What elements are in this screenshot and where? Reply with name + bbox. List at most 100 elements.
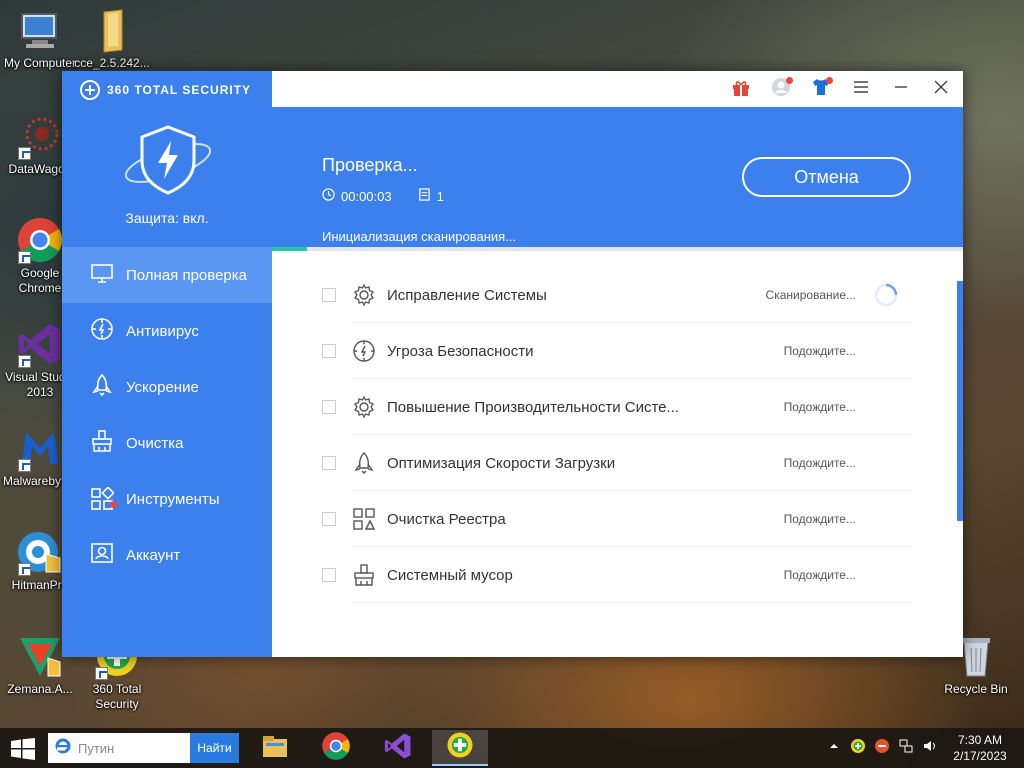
search-button[interactable]: Найти — [190, 733, 239, 763]
rocket-icon — [352, 451, 376, 475]
datawagon-icon — [16, 112, 64, 160]
desktop-icon-my-computer[interactable]: My Computer — [0, 6, 80, 71]
taskbar-app-chrome[interactable] — [312, 730, 360, 766]
chrome-icon — [321, 731, 351, 766]
folder-icon — [88, 6, 136, 54]
rocket-icon — [90, 373, 114, 401]
desktop-icon-label: My Computer — [3, 56, 77, 70]
sidebar-item-label: Антивирус — [126, 322, 199, 340]
taskbar-app-visual-studio[interactable] — [374, 730, 422, 766]
desktop-icon-folder[interactable]: cce_2.5.242... — [72, 6, 152, 71]
cancel-button[interactable]: Отмена — [742, 157, 911, 197]
zemana-icon — [16, 632, 64, 680]
clock-icon — [322, 188, 335, 204]
scan-check-list: Исправление Системы Сканирование... Угро… — [272, 251, 963, 657]
check-status: Подождите... — [783, 512, 856, 526]
app-window-360-total-security: 360 TOTAL SECURITY Защита: вкл. Полная п… — [62, 71, 963, 657]
sidebar-item-label: Полная проверка — [126, 266, 247, 284]
check-status: Подождите... — [783, 568, 856, 582]
sidebar-item-cleanup[interactable]: Очистка — [62, 415, 272, 471]
volume-icon[interactable] — [922, 738, 938, 759]
360-total-security-icon — [445, 730, 475, 765]
list-item[interactable]: Повышение Производительности Систе... По… — [322, 379, 912, 435]
check-label: Повышение Производительности Систе... — [387, 398, 680, 416]
skin-button[interactable] — [808, 77, 834, 101]
visual-studio-icon — [383, 731, 413, 766]
check-status: Подождите... — [783, 456, 856, 470]
check-label: Угроза Безопасности — [387, 342, 534, 360]
desktop-icon-label: Recycle Bin — [944, 682, 1008, 696]
checkbox[interactable] — [322, 568, 336, 582]
brand-logo-icon — [80, 80, 100, 100]
tray-overflow-chevron-icon[interactable] — [826, 738, 842, 759]
system-tray — [826, 737, 938, 759]
protection-status: Защита: вкл. — [125, 210, 209, 226]
check-status: Сканирование... — [765, 288, 856, 302]
minimize-button[interactable] — [888, 77, 914, 101]
sidebar-item-antivirus[interactable]: Антивирус — [62, 303, 272, 359]
taskbar-clock[interactable]: 7:30 AM 2/17/2023 — [946, 732, 1014, 764]
close-icon — [931, 77, 951, 102]
sidebar-item-full-scan[interactable]: Полная проверка — [62, 247, 272, 303]
avatar-button[interactable] — [768, 77, 794, 101]
check-label: Системный мусор — [387, 566, 513, 584]
sidebar-item-speedup[interactable]: Ускорение — [62, 359, 272, 415]
brand-name: 360 TOTAL SECURITY — [107, 83, 252, 97]
chrome-icon — [16, 216, 64, 264]
check-status: Подождите... — [783, 344, 856, 358]
list-item[interactable]: Очистка Реестра Подождите... — [322, 491, 912, 547]
check-label: Оптимизация Скорости Загрузки — [387, 454, 616, 472]
list-item[interactable]: Исправление Системы Сканирование... — [322, 267, 912, 323]
clock-date: 2/17/2023 — [953, 749, 1007, 763]
file-icon — [418, 188, 431, 204]
notification-dot — [826, 77, 833, 84]
list-scrollbar[interactable] — [957, 281, 963, 521]
sidebar-item-tools[interactable]: Инструменты — [62, 471, 272, 527]
computer-icon — [16, 6, 64, 54]
checkbox[interactable] — [322, 288, 336, 302]
menu-icon — [851, 77, 871, 102]
close-button[interactable] — [928, 77, 954, 101]
search-input[interactable] — [78, 740, 178, 756]
taskbar-app-file-explorer[interactable] — [251, 730, 299, 766]
clock-time: 7:30 AM — [957, 733, 1003, 747]
title-bar — [272, 71, 963, 107]
compass-shield-icon — [352, 339, 376, 363]
network-icon[interactable] — [898, 738, 914, 759]
desktop-icon-label: 360 Total Security — [92, 682, 142, 711]
list-item[interactable]: Системный мусор Подождите... — [322, 547, 912, 603]
shield-icon — [120, 121, 216, 201]
tray-zemana-icon[interactable] — [874, 738, 890, 759]
notification-dot — [110, 501, 117, 508]
sidebar-item-label: Аккаунт — [126, 546, 181, 564]
gear-icon — [352, 395, 376, 419]
internet-explorer-icon — [54, 737, 72, 760]
menu-button[interactable] — [848, 77, 874, 101]
list-item[interactable]: Угроза Безопасности Подождите... — [322, 323, 912, 379]
scan-title: Проверка... — [322, 155, 418, 175]
checkbox[interactable] — [322, 400, 336, 414]
check-label: Исправление Системы — [387, 286, 547, 304]
desktop-icon-label: cce_2.5.242... — [74, 56, 150, 70]
loading-spinner-icon — [874, 283, 898, 307]
taskbar-search — [48, 733, 190, 763]
taskbar-app-360-total-security[interactable] — [432, 730, 488, 766]
scan-meta: 00:00:03 1 — [322, 188, 444, 204]
broom-icon — [90, 429, 114, 457]
checkbox[interactable] — [322, 456, 336, 470]
gear-icon — [352, 283, 376, 307]
scan-header: Проверка... 00:00:03 1 Инициализация ска… — [272, 107, 963, 247]
hitmanpro-icon — [16, 528, 64, 576]
sidebar-item-account[interactable]: Аккаунт — [62, 527, 272, 583]
list-item[interactable]: Оптимизация Скорости Загрузки Подождите.… — [322, 435, 912, 491]
account-icon — [90, 541, 114, 569]
scan-stage: Инициализация сканирования... — [322, 229, 517, 244]
tray-360-icon[interactable] — [850, 738, 866, 759]
trash-broom-icon — [352, 563, 376, 587]
start-button[interactable] — [10, 738, 36, 760]
gift-button[interactable] — [728, 77, 754, 101]
antivirus-icon — [90, 317, 114, 345]
checkbox[interactable] — [322, 344, 336, 358]
sidebar-nav: Полная проверка Антивирус Ускорение Очис… — [62, 247, 272, 583]
checkbox[interactable] — [322, 512, 336, 526]
